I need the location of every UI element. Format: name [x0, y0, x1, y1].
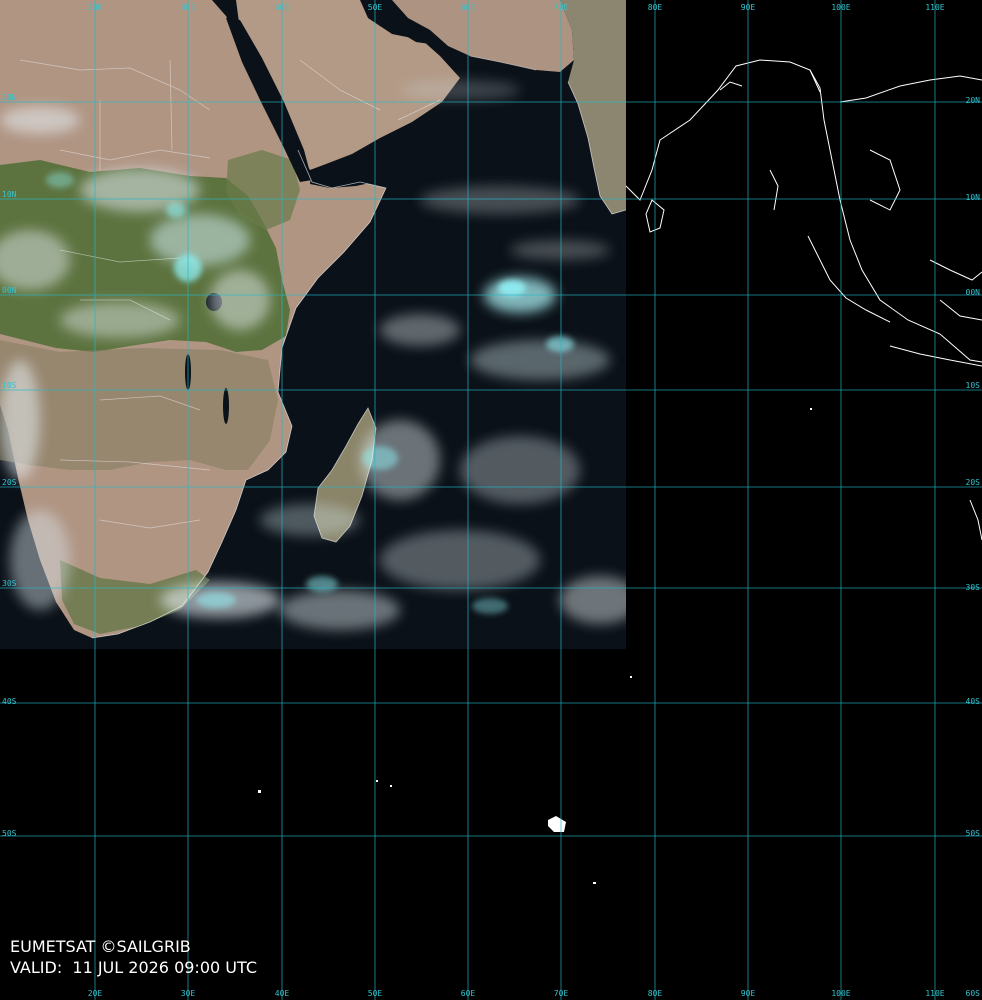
- lon-label-bottom-110e: 110E: [925, 989, 944, 998]
- source-credit: EUMETSAT ©SAILGRIB: [10, 937, 191, 956]
- lat-label-left-50s: 50S: [2, 829, 17, 838]
- lat-label-right-20n: 20N: [966, 96, 981, 105]
- lat-label-right-40s: 40S: [966, 697, 981, 706]
- lat-label-left-10s: 10S: [2, 381, 17, 390]
- lon-label-bottom-30e: 30E: [181, 989, 196, 998]
- lat-label-right-20s: 20S: [966, 478, 981, 487]
- lon-label-60e: 60E: [461, 3, 476, 12]
- lat-label-left-40s: 40S: [2, 697, 17, 706]
- lat-label-right-00n: 00N: [966, 288, 981, 297]
- satellite-map: 20E 30E 40E 50E 60E 70E 80E 90E 100E 110…: [0, 0, 982, 1000]
- lon-label-bottom-90e: 90E: [741, 989, 756, 998]
- lon-label-90e: 90E: [741, 3, 756, 12]
- lat-label-left-20n: 20N: [2, 93, 17, 102]
- lon-label-bottom-100e: 100E: [831, 989, 850, 998]
- valid-time: 11 JUL 2026 09:00 UTC: [72, 958, 257, 977]
- lat-label-right-10s: 10S: [966, 381, 981, 390]
- lon-label-bottom-60e: 60E: [461, 989, 476, 998]
- valid-label: VALID:: [10, 958, 63, 977]
- lon-label-20e: 20E: [88, 3, 103, 12]
- savanna-south: [0, 340, 278, 470]
- lon-label-80e: 80E: [648, 3, 663, 12]
- lon-label-bottom-80e: 80E: [648, 989, 663, 998]
- lat-label-right-30s: 30S: [966, 583, 981, 592]
- lon-label-100e: 100E: [831, 3, 850, 12]
- lon-label-bottom-20e: 20E: [88, 989, 103, 998]
- valid-time-line: VALID: 11 JUL 2026 09:00 UTC: [10, 958, 257, 978]
- lat-label-right-50s: 50S: [966, 829, 981, 838]
- lat-label-left-10n: 10N: [2, 190, 17, 199]
- lat-label-right-60s: 60S: [966, 989, 981, 998]
- lat-label-left-20s: 20S: [2, 478, 17, 487]
- lat-label-right-10n: 10N: [966, 193, 981, 202]
- lon-label-40e: 40E: [275, 3, 290, 12]
- lon-label-bottom-70e: 70E: [554, 989, 569, 998]
- lon-label-bottom-40e: 40E: [275, 989, 290, 998]
- lon-label-110e: 110E: [925, 3, 944, 12]
- lon-label-50e: 50E: [368, 3, 383, 12]
- lat-label-left-30s: 30S: [2, 579, 17, 588]
- lon-label-70e: 70E: [554, 3, 569, 12]
- lat-label-left-00n: 00N: [2, 286, 17, 295]
- satellite-image: [0, 0, 626, 649]
- lake-malawi: [223, 388, 229, 424]
- lon-label-bottom-50e: 50E: [368, 989, 383, 998]
- lon-label-30e: 30E: [181, 3, 196, 12]
